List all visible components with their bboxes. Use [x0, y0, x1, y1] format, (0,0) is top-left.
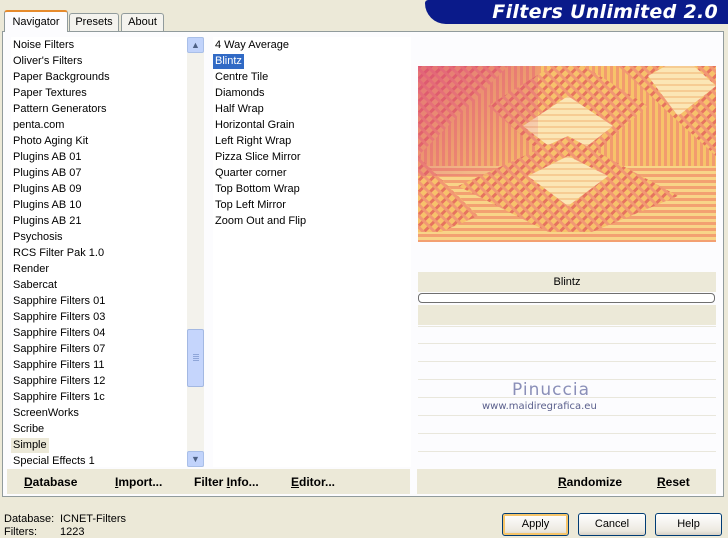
filter-list-item[interactable]: Centre Tile	[213, 70, 270, 85]
tab-presets[interactable]: Presets	[69, 13, 119, 31]
preview-filter-name: Blintz	[418, 272, 716, 292]
randomize-button[interactable]: Randomize	[558, 474, 622, 490]
category-list-item[interactable]: Plugins AB 21	[11, 214, 84, 229]
category-list-item[interactable]: Sabercat	[11, 278, 59, 293]
database-label: Database:	[4, 513, 55, 525]
category-list-item[interactable]: Simple	[11, 438, 49, 453]
category-list-item[interactable]: Noise Filters	[11, 38, 76, 53]
filter-list-item[interactable]: Horizontal Grain	[213, 118, 296, 133]
help-button[interactable]: Help	[655, 513, 722, 536]
category-list-item[interactable]: Paper Textures	[11, 86, 89, 101]
progress-bar	[418, 293, 715, 303]
tab-navigator[interactable]: Navigator	[4, 10, 68, 32]
cancel-button[interactable]: Cancel	[578, 513, 646, 536]
category-list-item[interactable]: Photo Aging Kit	[11, 134, 90, 149]
category-list-item[interactable]: Sapphire Filters 01	[11, 294, 107, 309]
filter-list-item[interactable]: 4 Way Average	[213, 38, 291, 53]
editor-button[interactable]: Editor...	[291, 474, 335, 490]
filters-count-value: 1223	[60, 526, 85, 538]
category-scrollbar[interactable]: ▲ ▼	[187, 37, 204, 467]
category-list-item[interactable]: Pattern Generators	[11, 102, 109, 117]
category-list-item[interactable]: Plugins AB 10	[11, 198, 84, 213]
filter-list-item[interactable]: Top Left Mirror	[213, 198, 288, 213]
reset-button[interactable]: Reset	[657, 474, 690, 490]
filter-preview	[418, 66, 716, 242]
watermark-name: Pinuccia	[512, 380, 590, 400]
category-list-item[interactable]: Paper Backgrounds	[11, 70, 112, 85]
filter-list-item[interactable]: Top Bottom Wrap	[213, 182, 302, 197]
category-list-item[interactable]: Sapphire Filters 04	[11, 326, 107, 341]
filter-list-item[interactable]: Half Wrap	[213, 102, 266, 117]
category-list-item[interactable]: Render	[11, 262, 51, 277]
import-button[interactable]: Import...	[115, 474, 162, 490]
category-list-item[interactable]: Sapphire Filters 11	[11, 358, 107, 373]
filter-list[interactable]: 4 Way Average Blintz Centre Tile Diamonds Ha…	[213, 37, 411, 467]
scroll-thumb[interactable]	[187, 329, 204, 387]
category-list-item[interactable]: Oliver's Filters	[11, 54, 84, 69]
category-list-item[interactable]: Sapphire Filters 1c	[11, 390, 107, 405]
filter-list-item[interactable]: Diamonds	[213, 86, 267, 101]
filter-list-item[interactable]: Pizza Slice Mirror	[213, 150, 303, 165]
filters-count-label: Filters:	[4, 526, 37, 538]
category-list-item[interactable]: Special Effects 1	[11, 454, 97, 467]
category-list-item[interactable]: RCS Filter Pak 1.0	[11, 246, 106, 261]
category-list-item[interactable]: Sapphire Filters 03	[11, 310, 107, 325]
title-banner: Filters Unlimited 2.0	[425, 0, 728, 24]
app-title: Filters Unlimited 2.0	[492, 1, 718, 23]
category-list-item[interactable]: Plugins AB 07	[11, 166, 84, 181]
category-list[interactable]: Noise Filters Oliver's Filters Paper Backg…	[11, 37, 187, 467]
filter-list-item[interactable]: Quarter corner	[213, 166, 289, 181]
scroll-up-button[interactable]: ▲	[187, 37, 204, 53]
apply-button[interactable]: Apply	[502, 513, 569, 536]
category-list-item[interactable]: Sapphire Filters 07	[11, 342, 107, 357]
tab-about[interactable]: About	[121, 13, 164, 31]
category-list-item[interactable]: Scribe	[11, 422, 46, 437]
watermark-url: www.maidiregrafica.eu	[482, 401, 597, 412]
category-list-item[interactable]: Plugins AB 09	[11, 182, 84, 197]
scroll-down-button[interactable]: ▼	[187, 451, 204, 467]
database-button[interactable]: Database	[24, 474, 77, 490]
category-list-item[interactable]: ScreenWorks	[11, 406, 81, 421]
filter-list-item[interactable]: Left Right Wrap	[213, 134, 293, 149]
category-list-item[interactable]: Sapphire Filters 12	[11, 374, 107, 389]
filter-info-button[interactable]: Filter Info...	[194, 474, 259, 490]
parameter-header	[418, 305, 716, 325]
category-list-item[interactable]: Psychosis	[11, 230, 65, 245]
filter-list-item[interactable]: Zoom Out and Flip	[213, 214, 308, 229]
category-list-item[interactable]: Plugins AB 01	[11, 150, 84, 165]
chevron-up-icon: ▲	[191, 40, 200, 50]
database-value: ICNET-Filters	[60, 513, 126, 525]
preview-image	[418, 66, 716, 242]
category-list-item[interactable]: penta.com	[11, 118, 66, 133]
filter-list-item[interactable]: Blintz	[213, 54, 244, 69]
chevron-down-icon: ▼	[191, 454, 200, 464]
